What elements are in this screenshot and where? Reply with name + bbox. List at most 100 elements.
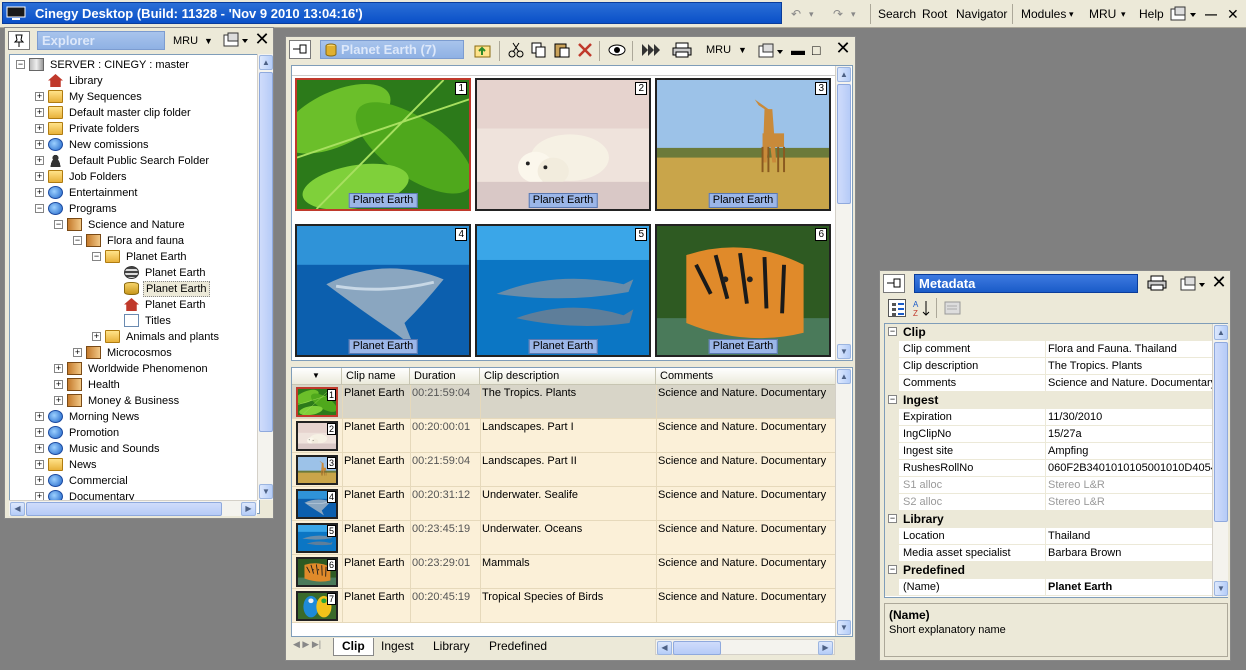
expand-icon[interactable]: + (35, 108, 44, 117)
print-icon[interactable] (672, 42, 692, 58)
clip-thumbnail[interactable]: 6 Planet Earth (655, 224, 831, 357)
folder-up-icon[interactable] (474, 42, 492, 58)
scroll-down-icon[interactable]: ▼ (837, 344, 851, 359)
mru-menu[interactable]: MRU (1086, 5, 1119, 23)
scroll-right-icon[interactable]: ▶ (241, 502, 256, 516)
property-row[interactable]: S2 alloc Stereo L&R (885, 494, 1213, 511)
pin-icon[interactable] (8, 31, 30, 50)
expand-icon[interactable]: + (35, 412, 44, 421)
column-header-duration[interactable]: Duration (410, 368, 480, 385)
scroll-up-icon[interactable]: ▲ (259, 55, 273, 70)
tab-scroll-left-icon[interactable]: ◀ ▶ ▶| (293, 639, 321, 650)
column-header-clip-name[interactable]: Clip name (342, 368, 410, 385)
scrollbar-thumb[interactable] (673, 641, 721, 655)
property-row[interactable]: Clip comment Flora and Fauna. Thailand (885, 341, 1213, 358)
scrollbar-thumb[interactable] (1214, 342, 1228, 522)
redo-menu-arrow[interactable]: ▾ (848, 5, 859, 23)
bin-minimize-button[interactable]: ▬ (791, 41, 805, 59)
property-row[interactable]: Expiration 11/30/2010 (885, 409, 1213, 426)
property-value[interactable]: Thailand (1045, 528, 1213, 544)
search-menu[interactable]: Search (875, 5, 919, 23)
collapse-icon[interactable]: − (16, 60, 25, 69)
chevron-down-icon[interactable]: ▼ (738, 41, 747, 59)
expand-icon[interactable]: + (54, 396, 63, 405)
metadata-vertical-scrollbar[interactable]: ▲ ▼ (1212, 324, 1228, 597)
categorized-view-icon[interactable] (888, 299, 906, 317)
play-forward-icon[interactable] (641, 42, 661, 58)
scroll-left-icon[interactable]: ◀ (657, 641, 672, 655)
property-row[interactable]: Clip description The Tropics. Plants (885, 358, 1213, 375)
scroll-up-icon[interactable]: ▲ (837, 369, 851, 384)
explorer-horizontal-scrollbar[interactable]: ◀ ▶ (9, 500, 257, 516)
property-row[interactable]: Media asset specialist Barbara Brown (885, 545, 1213, 562)
scroll-right-icon[interactable]: ▶ (818, 641, 833, 655)
preview-eye-icon[interactable] (608, 42, 626, 58)
column-header-comments[interactable]: Comments (656, 368, 836, 385)
scroll-up-icon[interactable]: ▲ (1214, 325, 1228, 340)
table-row[interactable]: 3 Planet Earth 00:21:59:04 Landscapes. Part… (292, 453, 836, 487)
clip-thumbnail[interactable]: 3 Planet Earth (655, 78, 831, 211)
modules-menu[interactable]: Modules (1018, 5, 1069, 23)
property-pages-icon[interactable] (944, 300, 962, 316)
scroll-left-icon[interactable]: ◀ (10, 502, 25, 516)
close-app-button[interactable]: ✕ (1224, 5, 1242, 23)
delete-icon[interactable] (577, 42, 593, 58)
property-category[interactable]: − Ingest (885, 392, 1213, 409)
property-row[interactable]: (Name) Planet Earth (885, 579, 1213, 596)
bin-maximize-button[interactable]: □ (812, 41, 820, 59)
table-row[interactable]: 4 Planet Earth 00:20:31:12 Underwater. Seal… (292, 487, 836, 521)
expand-icon[interactable]: + (92, 332, 101, 341)
expand-icon[interactable]: + (35, 428, 44, 437)
collapse-icon[interactable]: − (92, 252, 101, 261)
settings-icon[interactable] (1180, 276, 1208, 292)
collapse-icon[interactable]: − (73, 236, 82, 245)
tab-predefined[interactable]: Predefined (481, 638, 555, 656)
property-value[interactable]: The Tropics. Plants (1045, 358, 1213, 374)
tab-clip[interactable]: Clip (333, 638, 374, 656)
minimize-button[interactable]: — (1202, 5, 1220, 23)
settings-icon[interactable] (223, 32, 251, 48)
table-row[interactable]: 5 Planet Earth 00:23:45:19 Underwater. Ocea… (292, 521, 836, 555)
property-row[interactable]: IngClipNo 15/27a (885, 426, 1213, 443)
explorer-close-button[interactable]: ✕ (253, 30, 271, 48)
pin-icon[interactable] (883, 274, 905, 293)
column-header-thumbnail[interactable]: ▼ (292, 368, 342, 385)
table-row[interactable]: 2 Planet Earth 00:20:00:01 Landscapes. Part… (292, 419, 836, 453)
scroll-down-icon[interactable]: ▼ (1214, 581, 1228, 596)
print-icon[interactable] (1147, 275, 1167, 291)
grid-vertical-scrollbar[interactable]: ▲ ▼ (835, 368, 851, 636)
clip-thumbnail[interactable]: 2 Planet Earth (475, 78, 651, 211)
clip-thumbnail[interactable]: 4 Planet Earth (295, 224, 471, 357)
expand-icon[interactable]: + (35, 476, 44, 485)
copy-icon[interactable] (531, 42, 547, 58)
mru-menu-arrow[interactable]: ▾ (1118, 5, 1129, 23)
property-value[interactable]: Planet Earth (1045, 579, 1213, 595)
clip-thumbnail[interactable]: 5 Planet Earth (475, 224, 651, 357)
expand-icon[interactable]: + (35, 460, 44, 469)
property-row[interactable]: Ingest site Ampfing (885, 443, 1213, 460)
collapse-icon[interactable]: − (888, 327, 897, 336)
settings-icon[interactable] (758, 43, 786, 59)
property-value[interactable]: 15/27a (1045, 426, 1213, 442)
expand-icon[interactable]: + (35, 444, 44, 453)
expand-icon[interactable]: + (35, 140, 44, 149)
root-menu[interactable]: Root (919, 5, 950, 23)
expand-icon[interactable]: + (35, 156, 44, 165)
expand-icon[interactable]: + (35, 124, 44, 133)
explorer-mru-button[interactable]: MRU (173, 32, 198, 50)
expand-icon[interactable]: + (54, 364, 63, 373)
bin-mru-button[interactable]: MRU (706, 41, 731, 59)
thumbnail-vertical-scrollbar[interactable]: ▲ ▼ (835, 66, 851, 360)
tab-library[interactable]: Library (425, 638, 478, 656)
scroll-up-icon[interactable]: ▲ (837, 67, 851, 82)
collapse-icon[interactable]: − (888, 565, 897, 574)
settings-icon[interactable] (1170, 6, 1198, 22)
scroll-down-icon[interactable]: ▼ (259, 484, 273, 499)
cut-icon[interactable] (508, 42, 524, 58)
collapse-icon[interactable]: − (35, 204, 44, 213)
sort-alphabetical-icon[interactable]: A Z (912, 299, 932, 317)
expand-icon[interactable]: + (54, 380, 63, 389)
property-category[interactable]: − Library (885, 511, 1213, 528)
collapse-icon[interactable]: − (888, 395, 897, 404)
tab-ingest[interactable]: Ingest (373, 638, 422, 656)
